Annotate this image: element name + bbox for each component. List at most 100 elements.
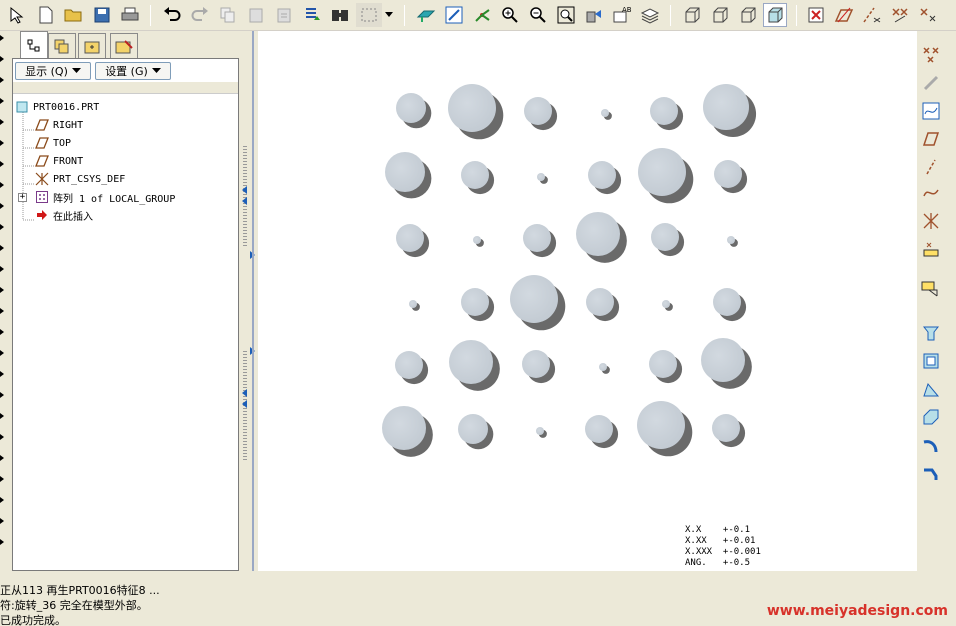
select-icon[interactable] [4,3,28,27]
collapse-arrow-icon[interactable] [0,308,4,314]
open-folder-icon[interactable] [62,3,86,27]
datum-point-icon[interactable] [919,43,943,67]
collapse-arrow-icon[interactable] [0,35,4,41]
draft-icon[interactable] [919,377,943,401]
annotation-icon[interactable] [919,277,943,301]
sphere-feature[interactable] [649,350,683,384]
sphere-feature[interactable] [714,160,748,194]
sphere-feature[interactable] [701,338,752,389]
datum-axis-toggle-icon[interactable] [832,3,856,27]
sphere-feature[interactable] [576,212,627,263]
collapse-arrow-icon[interactable] [0,140,4,146]
collapse-arrow-icon[interactable] [0,329,4,335]
collapse-arrow-icon[interactable] [0,350,4,356]
sphere-feature[interactable] [586,288,620,322]
analysis-icon[interactable] [919,237,943,261]
folder-browser-tab[interactable] [78,33,106,59]
sphere-feature[interactable] [601,109,612,120]
datum-plane-icon[interactable] [919,127,943,151]
sphere-feature[interactable] [638,148,694,204]
sphere-feature[interactable] [385,152,432,199]
collapse-arrow-icon[interactable] [0,56,4,62]
datum-point-toggle-icon[interactable] [860,3,884,27]
hidden-line-icon[interactable] [708,3,732,27]
collapse-left-icon[interactable] [242,400,248,408]
sphere-feature[interactable] [703,84,757,138]
sphere-feature[interactable] [585,415,619,449]
navigator-sash[interactable] [239,31,257,571]
dropdown-icon[interactable] [382,3,396,27]
sphere-feature[interactable] [448,84,504,140]
chamfer-icon[interactable] [919,461,943,485]
collapse-arrow-icon[interactable] [0,476,4,482]
collapse-arrow-icon[interactable] [0,371,4,377]
collapse-left-icon[interactable] [242,197,248,205]
wireframe-icon[interactable] [680,3,704,27]
view-manager-icon[interactable] [582,3,606,27]
axis-icon[interactable] [919,155,943,179]
sphere-feature[interactable] [536,427,547,438]
sphere-feature[interactable] [396,93,432,129]
zoom-in-icon[interactable] [498,3,522,27]
redo-icon[interactable] [188,3,212,27]
layers-icon[interactable] [638,3,662,27]
collapse-arrow-icon[interactable] [0,434,4,440]
sphere-feature[interactable] [458,414,494,450]
collapse-left-icon[interactable] [242,186,248,194]
csys-toggle-icon[interactable] [888,3,912,27]
save-icon[interactable] [90,3,114,27]
spin-center-icon[interactable] [470,3,494,27]
tree-item-front[interactable]: FRONT [35,153,83,169]
sphere-feature[interactable] [522,350,556,384]
print-icon[interactable] [118,3,142,27]
sphere-feature[interactable] [727,236,738,247]
sphere-feature[interactable] [461,288,495,322]
settings-dropdown[interactable]: 设置 (G) [95,62,171,80]
collapse-arrow-icon[interactable] [0,287,4,293]
sphere-feature[interactable] [461,161,495,195]
datum-plane-toggle-icon[interactable] [804,3,828,27]
regenerate-icon[interactable] [300,3,324,27]
collapse-arrow-icon[interactable] [0,413,4,419]
box-select-icon[interactable] [356,3,382,27]
extrude-icon[interactable] [919,321,943,345]
graphics-window[interactable]: X.X +-0.1 X.XX +-0.01 X.XXX +-0.001 ANG.… [258,31,917,571]
sphere-feature[interactable] [396,224,430,258]
sphere-feature[interactable] [409,300,420,311]
sphere-feature[interactable] [637,401,693,457]
sphere-feature[interactable] [510,275,566,331]
sphere-feature[interactable] [712,414,746,448]
new-file-icon[interactable] [34,3,58,27]
tree-item-csys[interactable]: PRT_CSYS_DEF [35,171,125,187]
curve-icon[interactable] [919,181,943,205]
refit-icon[interactable] [554,3,578,27]
collapse-arrow-icon[interactable] [0,77,4,83]
collapse-arrow-icon[interactable] [0,98,4,104]
zoom-out-icon[interactable] [526,3,550,27]
repaint-icon[interactable] [414,3,438,27]
find-icon[interactable] [328,3,352,27]
layer-tree-tab[interactable] [48,33,76,59]
undo-icon[interactable] [160,3,184,27]
orient-icon[interactable] [442,3,466,27]
model-tree-tab[interactable] [20,31,48,59]
sphere-feature[interactable] [473,236,484,247]
tree-item-right[interactable]: RIGHT [35,117,83,133]
show-dropdown[interactable]: 显示 (Q) [15,62,91,80]
collapse-arrow-icon[interactable] [0,182,4,188]
sphere-feature[interactable] [537,173,548,184]
hole-icon[interactable] [919,349,943,373]
collapse-arrow-icon[interactable] [0,245,4,251]
copy-icon[interactable] [216,3,240,27]
collapse-arrow-icon[interactable] [0,497,4,503]
sphere-feature[interactable] [599,363,610,374]
saved-views-icon[interactable]: AB [610,3,634,27]
sphere-feature[interactable] [651,223,685,257]
sphere-feature[interactable] [713,288,747,322]
tree-item-pattern[interactable]: + 阵列 1 of LOCAL_GROUP [18,189,175,205]
collapse-left-icon[interactable] [242,389,248,397]
sphere-feature[interactable] [524,97,558,131]
datum-axis-icon[interactable] [919,71,943,95]
collapse-arrow-icon[interactable] [0,539,4,545]
collapse-arrow-icon[interactable] [0,119,4,125]
